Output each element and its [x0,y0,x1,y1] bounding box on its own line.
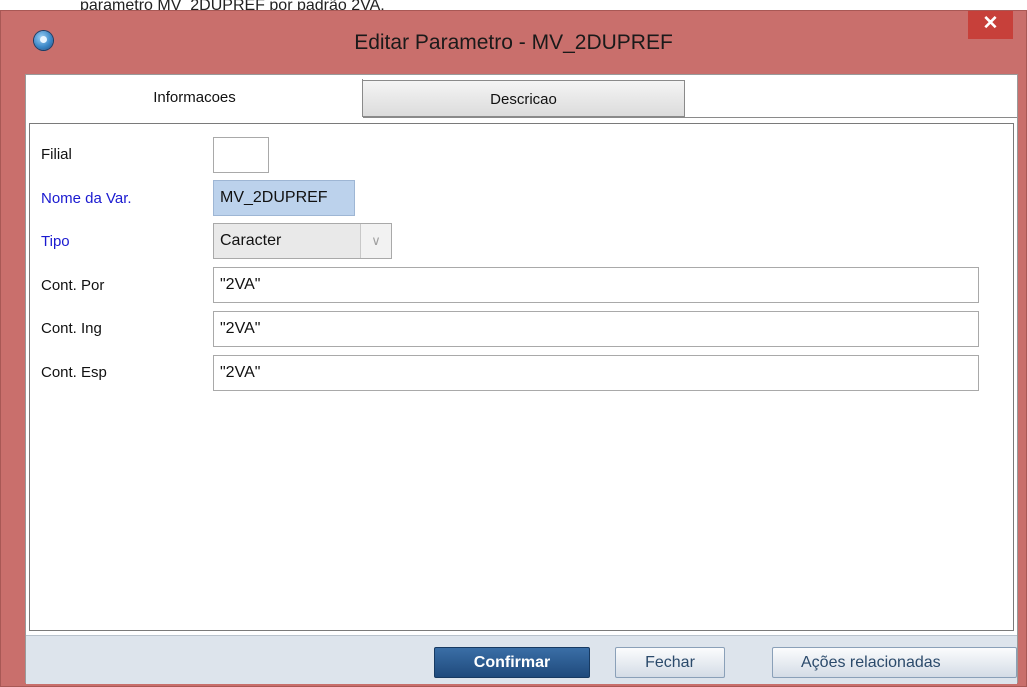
dialog-window: Editar Parametro - MV_2DUPREF ✕ Informac… [0,10,1027,687]
tab-divider [363,117,1017,118]
tipo-select-value: Caracter [220,232,282,249]
filial-label: Filial [41,146,72,163]
cont-por-field[interactable]: "2VA" [213,267,979,303]
chevron-down-icon[interactable]: ∨ [360,224,391,258]
tab-descricao[interactable]: Descricao [363,80,685,117]
cont-por-label: Cont. Por [41,277,105,294]
filial-field[interactable] [213,137,269,173]
dialog-body: Informacoes Descricao Filial Nome da Var… [25,74,1018,684]
tipo-label: Tipo [41,233,70,250]
tab-informacoes[interactable]: Informacoes [27,79,363,117]
confirm-button[interactable]: Confirmar [434,647,590,678]
form-panel: Filial Nome da Var. MV_2DUPREF Tipo Cara… [29,123,1014,631]
close-dialog-button[interactable]: Fechar [615,647,725,678]
tipo-select[interactable]: Caracter ∨ [213,223,392,259]
window-title: Editar Parametro - MV_2DUPREF [354,31,673,54]
cont-ing-field[interactable]: "2VA" [213,311,979,347]
related-actions-button[interactable]: Ações relacionadas [772,647,1017,678]
nome-var-label: Nome da Var. [41,190,132,207]
button-bar: Confirmar Fechar Ações relacionadas [26,635,1017,684]
cont-esp-field[interactable]: "2VA" [213,355,979,391]
close-button[interactable]: ✕ [968,11,1013,39]
cont-esp-label: Cont. Esp [41,364,107,381]
title-bar[interactable]: Editar Parametro - MV_2DUPREF ✕ [1,11,1026,75]
cont-ing-label: Cont. Ing [41,320,102,337]
nome-var-field[interactable]: MV_2DUPREF [213,180,355,216]
